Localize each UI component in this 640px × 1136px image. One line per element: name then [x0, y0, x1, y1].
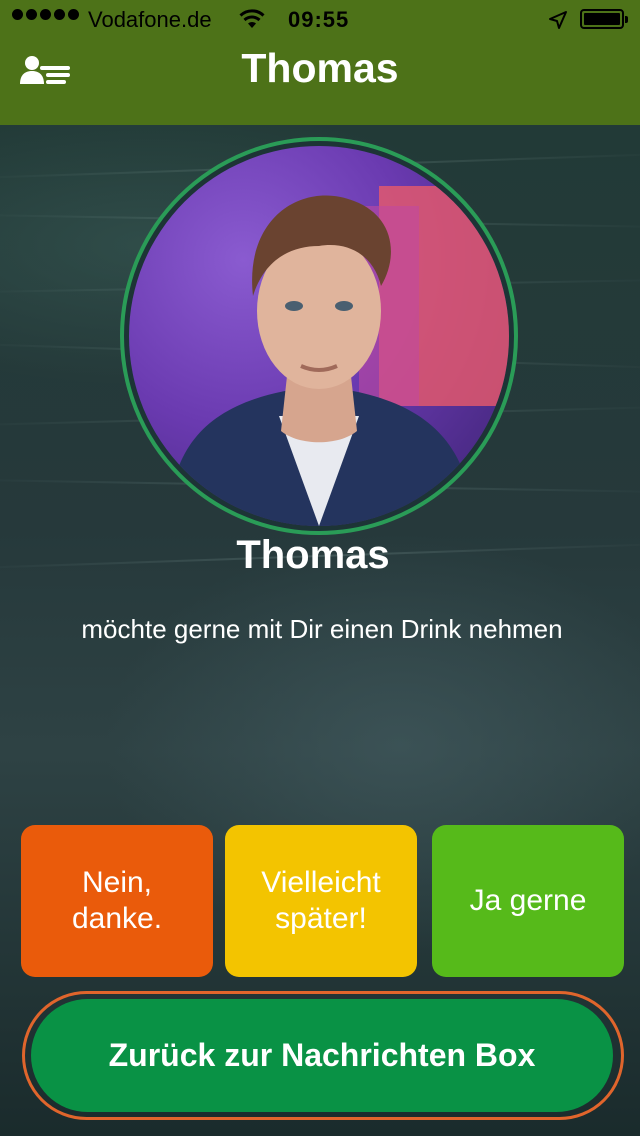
wifi-icon: [238, 8, 266, 36]
clock: 09:55: [288, 7, 350, 32]
navigation-bar: Thomas: [0, 40, 640, 125]
accept-button[interactable]: Ja gerne: [432, 825, 624, 977]
page-title: Thomas: [241, 45, 399, 91]
back-to-inbox-button[interactable]: Zurück zur Nachrichten Box: [31, 999, 613, 1112]
maybe-later-button[interactable]: Vielleicht später!: [225, 825, 417, 977]
profile-name: Thomas: [236, 533, 390, 577]
decline-button[interactable]: Nein, danke.: [21, 825, 213, 977]
battery-icon: [580, 9, 628, 29]
top-bar: Vodafone.de 09:55 Thomas: [0, 0, 640, 125]
signal-strength-icon: [12, 9, 79, 20]
avatar[interactable]: [129, 146, 509, 526]
carrier-name: Vodafone.de: [88, 7, 212, 32]
status-bar: Vodafone.de 09:55: [0, 0, 640, 40]
location-arrow-icon: [548, 10, 568, 36]
invitation-message: möchte gerne mit Dir einen Drink nehmen: [81, 614, 563, 644]
